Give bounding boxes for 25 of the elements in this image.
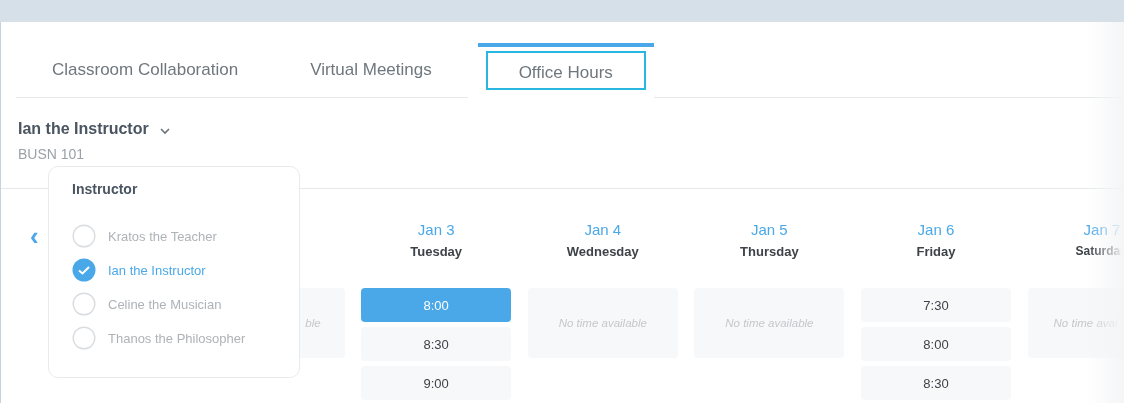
day-date: Jan 6 [917,221,955,238]
weekday-label: Tuesday [410,244,463,259]
instructor-option[interactable]: Ian the Instructor [108,262,206,278]
day-date: Jan 5 [751,221,788,238]
radio-checked-icon[interactable] [72,258,96,282]
weekday-label: Wednesday [566,244,639,259]
day-date: Jan 4 [584,221,622,238]
time-slot[interactable]: 7:30 [860,288,1011,322]
weekday-label: Friday [916,244,956,259]
radio-icon[interactable] [72,224,96,248]
weekday-label: Saturda [1075,244,1121,258]
time-slot[interactable]: 8:00 [361,288,512,322]
dropdown-title: Instructor [72,181,139,197]
time-slot[interactable]: 8:00 [860,327,1011,361]
radio-icon[interactable] [72,292,96,316]
weekday-label: Thursday [740,244,799,259]
time-slot[interactable]: 8:30 [361,327,512,361]
time-slot[interactable]: 8:30 [860,366,1011,400]
instructor-name[interactable]: Ian the Instructor [18,120,149,138]
day-date: Jan 3 [417,221,455,238]
radio-icon[interactable] [72,326,96,350]
time-slot[interactable]: 9:00 [361,366,512,400]
caret-icon[interactable] [158,127,171,135]
course-code: BUSN 101 [18,146,86,162]
previous-button[interactable]: ‹ [26,223,43,249]
